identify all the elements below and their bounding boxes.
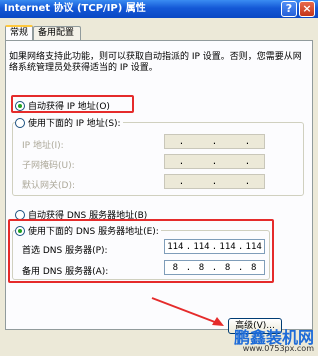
octet: 8 [250, 262, 257, 273]
default-gateway-field[interactable]: ... [164, 174, 265, 189]
preferred-dns-field[interactable]: 114. 114. 114. 114 [164, 239, 265, 254]
help-button[interactable]: ? [281, 1, 297, 17]
description-text: 如果网络支持此功能，则可以获取自动指派的 IP 设置。否则，您需要从网络系统管理… [9, 52, 302, 73]
alternate-dns-field[interactable]: 8. 8. 8. 8 [164, 260, 265, 275]
radio-ip-manual[interactable]: 使用下面的 IP 地址(S): [15, 116, 123, 129]
octet: 114 [167, 241, 184, 252]
watermark-url: www.0753px.com [242, 344, 314, 353]
window-title: Internet 协议 (TCP/IP) 属性 [4, 3, 146, 14]
radio-dot-icon [15, 117, 25, 128]
radio-ip-auto[interactable]: 自动获得 IP 地址(O) [15, 99, 110, 112]
ip-address-field[interactable]: ... [164, 134, 265, 149]
radio-dns-manual-label: 使用下面的 DNS 服务器地址(E): [28, 227, 159, 237]
radio-ip-auto-label: 自动获得 IP 地址(O) [28, 102, 110, 112]
default-gateway-label: 默认网关(D): [22, 181, 75, 191]
octet: 8 [224, 262, 231, 273]
alternate-dns-label: 备用 DNS 服务器(A): [22, 267, 109, 277]
octet: 114 [245, 241, 262, 252]
radio-ip-manual-label: 使用下面的 IP 地址(S): [28, 119, 121, 129]
octet: 8 [198, 262, 205, 273]
radio-dot-icon [15, 100, 25, 111]
close-button[interactable]: × [299, 1, 315, 17]
octet: 114 [193, 241, 210, 252]
watermark-logo: 鹏鑫装机网 www.0753px.com [206, 322, 318, 356]
ip-address-label: IP 地址(I): [22, 141, 64, 151]
subnet-mask-field[interactable]: ... [164, 154, 265, 169]
tab-alternate-config[interactable]: 备用配置 [33, 26, 81, 40]
tab-general[interactable]: 常规 [5, 25, 33, 40]
octet: 114 [219, 241, 236, 252]
preferred-dns-label: 首选 DNS 服务器(P): [22, 246, 108, 256]
radio-dot-icon [15, 209, 25, 220]
octet: 8 [172, 262, 179, 273]
subnet-mask-label: 子网掩码(U): [22, 161, 75, 171]
radio-dns-manual[interactable]: 使用下面的 DNS 服务器地址(E): [15, 224, 161, 237]
radio-dot-icon [15, 225, 25, 236]
window-titlebar: Internet 协议 (TCP/IP) 属性 ? × [0, 0, 318, 18]
